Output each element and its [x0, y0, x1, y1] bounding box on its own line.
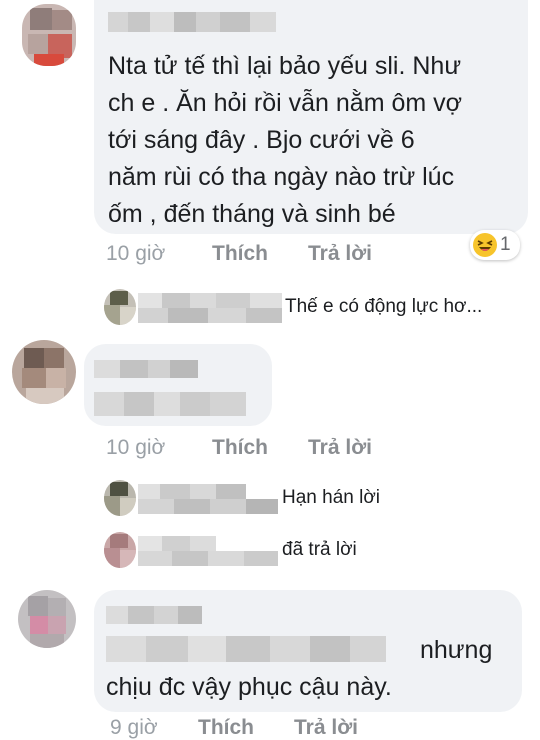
comment-timestamp[interactable]: 9 giờ: [110, 716, 158, 740]
reply-avatar[interactable]: [104, 532, 136, 568]
commenter-avatar[interactable]: [22, 4, 76, 66]
blurred-reply-username[interactable]: [138, 536, 278, 566]
blurred-reply-username[interactable]: [138, 293, 282, 323]
comment-line: ch e . Ăn hỏi rồi vẫn nằm ôm vợ: [108, 89, 463, 117]
reply-preview[interactable]: Hạn hán lời: [282, 487, 380, 509]
comment-bubble: [84, 344, 272, 426]
comment-timestamp[interactable]: 10 giờ: [106, 242, 165, 266]
comment-timestamp[interactable]: 10 giờ: [106, 436, 165, 460]
commenter-avatar[interactable]: [18, 590, 76, 648]
reply-button[interactable]: Trả lời: [308, 242, 372, 266]
like-button[interactable]: Thích: [212, 436, 268, 460]
reply-avatar[interactable]: [104, 480, 136, 516]
commenter-avatar[interactable]: [12, 340, 76, 404]
reaction-summary[interactable]: 1: [470, 230, 520, 260]
blurred-username[interactable]: [94, 354, 244, 380]
reply-preview[interactable]: đã trả lời: [282, 539, 357, 561]
comment-line: nhưng: [420, 636, 493, 664]
reply-preview[interactable]: Thế e có động lực hơ...: [285, 296, 482, 318]
blurred-reply-username[interactable]: [138, 484, 278, 514]
haha-emoji-icon: [473, 233, 497, 257]
comment-line: năm rùi có tha ngày nào trừ lúc: [108, 163, 455, 191]
blurred-username[interactable]: [106, 602, 256, 628]
reply-button[interactable]: Trả lời: [294, 716, 358, 740]
comment-line: ốm , đến tháng và sinh bé: [108, 200, 396, 228]
blurred-comment-text: [94, 392, 250, 418]
comment-text: Nta tử tế thì lại bảo yếu sli. Như ch e …: [108, 48, 528, 233]
reaction-count: 1: [500, 234, 511, 255]
comment-bubble: nhưng chịu đc vậy phục cậu này.: [94, 590, 522, 712]
comment-line: Nta tử tế thì lại bảo yếu sli. Như: [108, 52, 462, 80]
comment-bubble: Nta tử tế thì lại bảo yếu sli. Như ch e …: [94, 0, 528, 234]
reply-button[interactable]: Trả lời: [308, 436, 372, 460]
like-button[interactable]: Thích: [198, 716, 254, 740]
like-button[interactable]: Thích: [212, 242, 268, 266]
blurred-username[interactable]: [108, 8, 308, 34]
comment-line: chịu đc vậy phục cậu này.: [106, 673, 392, 701]
comment-text: nhưng chịu đc vậy phục cậu này.: [106, 632, 516, 706]
comment-line: tới sáng đây . Bjo cưới về 6: [108, 126, 415, 154]
reply-avatar[interactable]: [104, 289, 136, 325]
